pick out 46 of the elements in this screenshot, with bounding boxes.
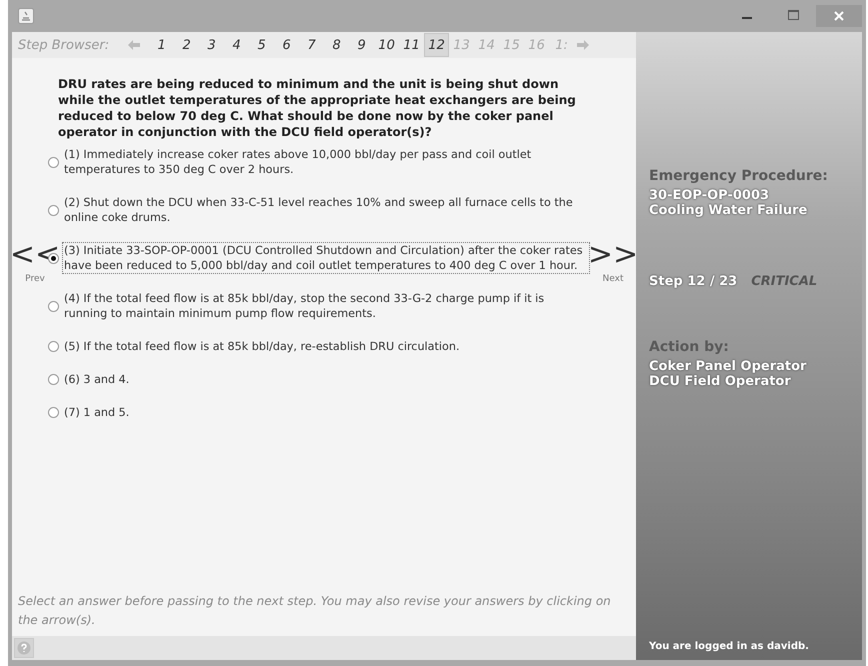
step-tab[interactable]: 1 (149, 33, 174, 57)
step-tab[interactable]: 7 (299, 33, 324, 57)
procedure-id: 30-EOP-OP-0003 (649, 188, 770, 203)
prev-label: Prev (25, 274, 45, 284)
step-tab[interactable]: 3 (199, 33, 224, 57)
step-tab[interactable]: 12 (424, 33, 450, 57)
radio-button[interactable] (48, 252, 59, 264)
radio-button[interactable] (48, 204, 59, 216)
step-tab[interactable]: 5 (249, 33, 274, 57)
answer-text[interactable]: (1) Immediately increase coker rates above 10,000 bbl/day per pass and coil outlet temperatures to 350 deg C over 2 hours. (62, 146, 590, 178)
step-browser-label: Step Browser: (18, 38, 110, 52)
next-button[interactable]: >> (588, 240, 638, 270)
step-tab[interactable]: 4 (224, 33, 250, 57)
operator-name: DCU Field Operator (649, 374, 792, 389)
step-tab[interactable]: 6 (274, 33, 300, 57)
radio-button[interactable] (48, 407, 59, 418)
step-tab[interactable]: 2 (174, 33, 200, 57)
severity-label: CRITICAL (751, 274, 818, 289)
hint-text: Select an answer before passing to the next step. You may also revise your answers by clicking on the arrow(s). (17, 593, 612, 629)
radio-button[interactable] (48, 300, 59, 312)
step-tab[interactable]: 9 (349, 33, 374, 57)
answer-text[interactable]: (7) 1 and 5. (62, 404, 132, 421)
radio-button[interactable] (48, 156, 59, 168)
next-label: Next (602, 274, 624, 284)
question-text: DRU rates are being reduced to minimum and the unit is being shut down while the outlet temperatures of the appropriate heat exchangers are being reduced to below 70 deg C. What should be done now by the coker panel operator in conjunction with the DCU field operator(s)? (58, 76, 577, 140)
action-heading: Action by: (649, 339, 730, 355)
step-tab[interactable]: 8 (324, 33, 350, 57)
operator-name: Coker Panel Operator (649, 359, 808, 374)
answer-text[interactable]: (2) Shut down the DCU when 33-C-51 level reaches 10% and sweep all furnace cells to the online coke drums. (62, 194, 590, 226)
answer-text[interactable]: (3) Initiate 33-SOP-OP-0001 (DCU Controlled Shutdown and Circulation) after the coker rates have been reduced to 5,000 bbl/day and coil outlet temperatures to 400 deg C over 1 hour. (62, 242, 590, 274)
answer-text[interactable]: (5) If the total feed flow is at 85k bbl/day, re-establish DRU circulation. (62, 338, 462, 355)
radio-button[interactable] (48, 374, 59, 385)
left-arrow-icon[interactable] (127, 39, 142, 51)
answer-text[interactable]: (6) 3 and 4. (62, 371, 132, 388)
close-icon[interactable] (816, 5, 862, 27)
step-tab[interactable]: 10 (374, 33, 400, 57)
help-button[interactable] (14, 638, 34, 658)
procedure-name: Cooling Water Failure (649, 203, 808, 218)
step-tab[interactable]: 11 (399, 33, 424, 57)
radio-button[interactable] (48, 341, 59, 352)
answer-text[interactable]: (4) If the total feed flow is at 85k bbl/day, stop the second 33-G-2 charge pump if it is running to maintain minimum pump flow requirements. (62, 290, 590, 322)
right-arrow-icon[interactable] (576, 39, 590, 51)
procedure-heading: Emergency Procedure: (649, 168, 829, 184)
login-status: You are logged in as davidb. (649, 641, 810, 654)
step-counter: Step 12 / 23 (649, 274, 738, 289)
app-icon (18, 8, 34, 24)
